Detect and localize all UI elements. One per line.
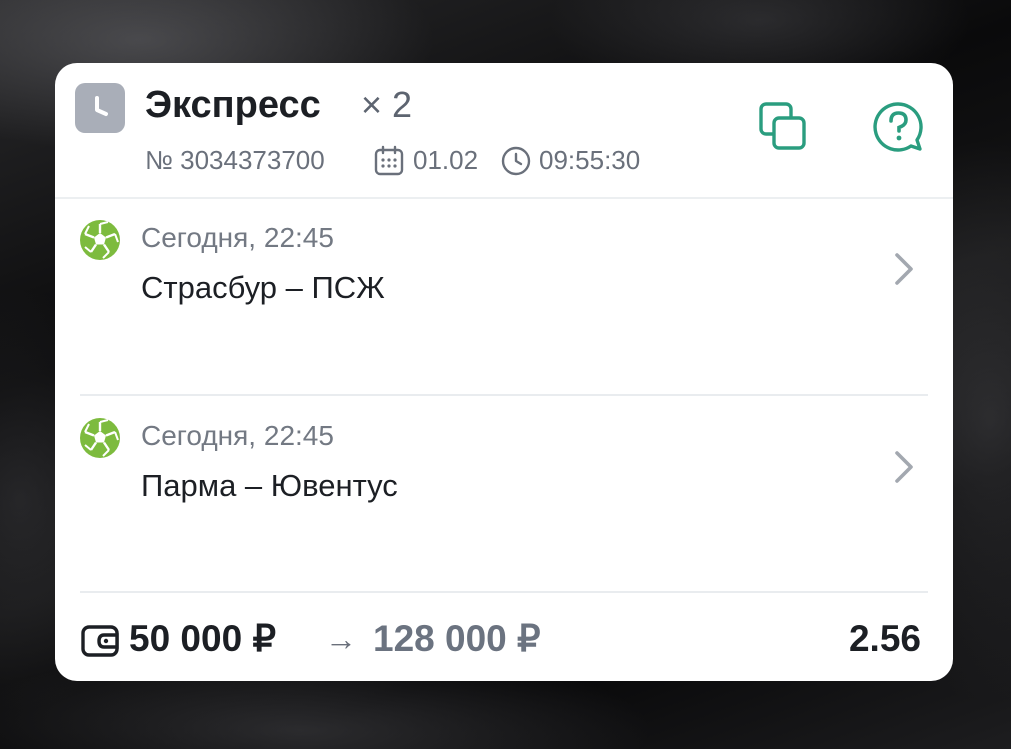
bet-time: 09:55:30 [539, 145, 641, 175]
bet-header: Экспресс × 2 № 3034373700 01.02 09:55:30 [55, 63, 953, 199]
chevron-right-icon [891, 447, 917, 487]
bet-multiplier: × 2 [361, 84, 413, 125]
divider [80, 394, 928, 396]
bet-card: Экспресс × 2 № 3034373700 01.02 09:55:30… [55, 63, 953, 681]
chevron-right-icon [891, 249, 917, 289]
wallet-icon [80, 621, 120, 659]
football-icon [79, 219, 121, 261]
bet-footer: 50 000 ₽ → 128 000 ₽ 2.56 [55, 593, 953, 681]
event-row[interactable]: Сегодня, 22:45 Страсбур – ПСЖ [55, 199, 953, 395]
clock-icon [75, 83, 125, 133]
help-icon[interactable] [869, 99, 927, 157]
event-name: Страсбур – ПСЖ [141, 270, 385, 305]
coefficient: 2.56 [848, 618, 921, 659]
payout-amount: 128 000 ₽ [373, 618, 541, 659]
arrow-right-icon: → [325, 621, 357, 657]
bet-title: Экспресс [145, 84, 321, 126]
copy-icon[interactable] [755, 99, 811, 155]
calendar-icon [373, 145, 405, 183]
stake-amount: 50 000 ₽ [129, 618, 276, 659]
event-time: Сегодня, 22:45 [141, 420, 334, 451]
event-name: Парма – Ювентус [141, 468, 398, 503]
time-clock-icon [500, 145, 532, 183]
bet-number: № 3034373700 [145, 145, 325, 175]
event-row[interactable]: Сегодня, 22:45 Парма – Ювентус [55, 397, 953, 593]
event-time: Сегодня, 22:45 [141, 222, 334, 253]
bet-date: 01.02 [413, 145, 479, 175]
football-icon [79, 417, 121, 459]
